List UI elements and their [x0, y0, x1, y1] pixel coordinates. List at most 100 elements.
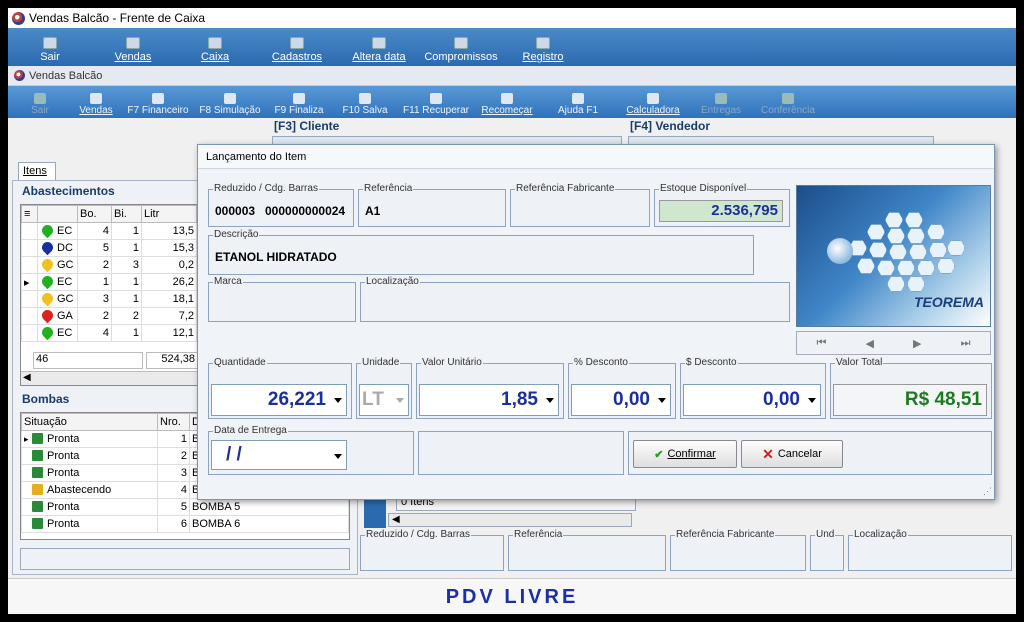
barcode-value: 000000000024: [265, 204, 346, 218]
row-marker: [21, 324, 38, 342]
cancelar-button[interactable]: ✕ Cancelar: [741, 440, 843, 468]
valor-unitario-input[interactable]: 1,85: [419, 384, 559, 416]
menu-vendas[interactable]: Vendas: [92, 37, 174, 66]
row-marker: [21, 256, 38, 274]
abastecimento-row[interactable]: ▸ EC 1 1 26,2: [21, 273, 197, 291]
tool-entregas[interactable]: Entregas: [688, 93, 754, 118]
image-navigator: ⏮ ◀ ▶ ⏭: [796, 331, 991, 355]
lower-scrollbar[interactable]: ◀: [388, 513, 632, 527]
abastecimentos-grid[interactable]: ≡ Bo. Bi. Litr EC 4 1 13,5 DC 5 1 15,3 GC 2 3 0,2 ▸ EC 1 1…: [20, 204, 198, 386]
menu-compromissos[interactable]: Compromissos: [420, 37, 502, 66]
prev-icon[interactable]: ◀: [866, 337, 874, 350]
cashier-icon: [208, 37, 222, 49]
empty-panel: [418, 431, 624, 475]
subwindow-icon: [14, 70, 25, 81]
vendedor-label: [F4] Vendedor: [630, 119, 711, 133]
abastecimento-row[interactable]: EC 4 1 13,5: [21, 222, 197, 240]
quantidade-input[interactable]: 26,221: [211, 384, 347, 416]
confirmar-button[interactable]: ✔ Confirmar: [633, 440, 737, 468]
menu-altera-data[interactable]: Altera data: [338, 37, 420, 66]
localizacao-field[interactable]: Localização: [360, 276, 790, 322]
chevron-down-icon[interactable]: [546, 398, 554, 403]
tool-finaliza[interactable]: F9 Finaliza: [264, 93, 334, 118]
ref-fabricante-field[interactable]: Referência Fabricante: [510, 183, 650, 227]
window-title: Vendas Balcão - Frente de Caixa: [29, 11, 206, 25]
tool-conferencia[interactable]: Conferência: [754, 93, 822, 118]
action-toolbar: Sair Vendas F7 Financeiro F8 Simulação F…: [8, 86, 1016, 118]
tool-recomecar[interactable]: Recomeçar: [476, 93, 538, 118]
abastecimento-row[interactable]: GC 3 1 18,1: [21, 290, 197, 308]
simulation-icon: [224, 93, 236, 104]
pump-icon: [32, 467, 43, 478]
menu-cadastros[interactable]: Cadastros: [256, 37, 338, 66]
exit-icon: [43, 37, 57, 49]
next-icon[interactable]: ▶: [913, 337, 921, 350]
referencia-field[interactable]: Referência A1: [358, 183, 506, 227]
subwindow-title: Vendas Balcão: [8, 66, 1016, 86]
chevron-down-icon[interactable]: [334, 454, 342, 459]
abastecimentos-scrollbar[interactable]: ◀: [21, 371, 197, 385]
finalize-icon: [293, 93, 305, 104]
fuel-drop-icon: [39, 240, 56, 256]
descricao-field[interactable]: Descrição ETANOL HIDRATADO: [208, 229, 754, 275]
fuel-drop-icon: [39, 308, 56, 324]
tool-calculadora[interactable]: Calculadora: [618, 93, 688, 118]
resize-grip-icon[interactable]: ⋰: [983, 486, 992, 497]
finance-icon: [152, 93, 164, 104]
abastecimento-row[interactable]: GA 2 2 7,2: [21, 307, 197, 325]
lower-reduzido: Reduzido / Cdg. Barras: [360, 529, 504, 571]
pump-icon: [32, 450, 43, 461]
title-bar: Vendas Balcão - Frente de Caixa: [8, 8, 1016, 28]
valor-desconto-input[interactable]: 0,00: [683, 384, 821, 416]
valor-desconto-group: $ Desconto 0,00: [680, 357, 826, 419]
tool-simulacao[interactable]: F8 Simulação: [196, 93, 264, 118]
row-marker: [21, 222, 38, 240]
chevron-down-icon[interactable]: [396, 398, 404, 403]
tool-salva[interactable]: F10 Salva: [334, 93, 396, 118]
first-icon[interactable]: ⏮: [817, 337, 827, 350]
calendar-icon: [372, 37, 386, 49]
chevron-down-icon[interactable]: [334, 398, 342, 403]
chevron-down-icon[interactable]: [808, 398, 816, 403]
pct-desconto-input[interactable]: 0,00: [571, 384, 671, 416]
recover-icon: [430, 93, 442, 104]
data-entrega-input[interactable]: / /: [211, 440, 347, 470]
tool-ajuda[interactable]: Ajuda F1: [538, 93, 618, 118]
abastecimento-row[interactable]: EC 4 1 12,1: [21, 324, 197, 342]
app-window: Vendas Balcão - Frente de Caixa Sair Ven…: [8, 8, 1016, 614]
menu-sair[interactable]: Sair: [8, 37, 92, 66]
last-icon[interactable]: ⏭: [961, 337, 971, 350]
tool-financeiro[interactable]: F7 Financeiro: [120, 93, 196, 118]
restart-icon: [501, 93, 513, 104]
marca-field[interactable]: Marca: [208, 276, 356, 322]
row-marker: ▸: [21, 273, 38, 291]
data-entrega-group: Data de Entrega / /: [208, 425, 414, 475]
quantidade-group: Quantidade 26,221: [208, 357, 352, 419]
tab-itens[interactable]: Itens: [18, 162, 56, 180]
bomba-row[interactable]: Pronta 6 BOMBA 6: [21, 515, 349, 533]
chevron-down-icon[interactable]: [658, 398, 666, 403]
abastecimento-row[interactable]: GC 2 3 0,2: [21, 256, 197, 274]
bomba-row[interactable]: Pronta 5 BOMBA 5: [21, 498, 349, 516]
lower-und: Und: [810, 529, 844, 571]
records-icon: [290, 37, 304, 49]
tool-recuperar[interactable]: F11 Recuperar: [396, 93, 476, 118]
appointments-icon: [454, 37, 468, 49]
reduzido-field[interactable]: Reduzido / Cdg. Barras 000003 0000000000…: [208, 183, 354, 227]
pdv-footer: PDV LIVRE: [8, 578, 1016, 614]
tool-sair[interactable]: Sair: [8, 93, 72, 118]
help-icon: [572, 93, 584, 104]
pump-icon: [32, 518, 43, 529]
pump-icon: [32, 484, 43, 495]
unidade-select[interactable]: LT: [359, 384, 409, 416]
abastecimento-row[interactable]: DC 5 1 15,3: [21, 239, 197, 257]
menu-registro[interactable]: Registro: [502, 37, 584, 66]
row-marker: [21, 239, 38, 257]
tool-vendas[interactable]: Vendas: [72, 93, 120, 118]
app-icon: [12, 11, 25, 25]
cliente-label: [F3] Cliente: [274, 119, 340, 133]
menu-caixa[interactable]: Caixa: [174, 37, 256, 66]
close-icon: ✕: [762, 445, 774, 462]
logo-text: TEOREMA: [914, 294, 984, 310]
valor-total-value: R$ 48,51: [833, 384, 987, 416]
